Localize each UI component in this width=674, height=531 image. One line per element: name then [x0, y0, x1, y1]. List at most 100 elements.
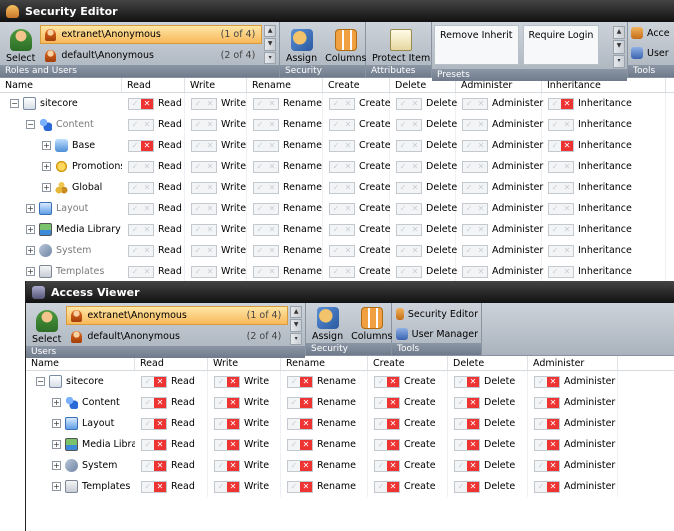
deny-icon[interactable]: ✕: [204, 120, 216, 130]
item-name[interactable]: Content: [56, 119, 94, 130]
tree-row-layout[interactable]: + Layout ✓ ✕ Read ✓ ✕ Write ✓ ✕ Rename ✓ ✕ Create ✓ ✕ De…: [0, 198, 674, 219]
item-name[interactable]: System: [82, 460, 117, 471]
permission-toggle[interactable]: ✓ ✕: [214, 480, 240, 493]
permission-toggle[interactable]: ✓ ✕: [329, 181, 355, 194]
deny-icon[interactable]: ✕: [141, 120, 153, 130]
deny-icon[interactable]: ✕: [561, 246, 573, 256]
deny-icon[interactable]: ✕: [204, 204, 216, 214]
deny-icon[interactable]: ✕: [141, 183, 153, 193]
allow-icon[interactable]: ✓: [549, 267, 561, 277]
permission-toggle[interactable]: ✓ ✕: [329, 139, 355, 152]
allow-icon[interactable]: ✓: [192, 246, 204, 256]
deny-icon[interactable]: ✕: [300, 481, 312, 492]
allow-icon[interactable]: ✓: [288, 419, 300, 429]
permission-toggle[interactable]: ✓ ✕: [462, 202, 488, 215]
deny-icon[interactable]: ✕: [266, 99, 278, 109]
deny-icon[interactable]: ✕: [154, 376, 166, 387]
permission-toggle[interactable]: ✓ ✕: [191, 181, 217, 194]
permission-toggle[interactable]: ✓ ✕: [534, 417, 560, 430]
column-header-create[interactable]: Create: [323, 78, 390, 92]
permission-toggle[interactable]: ✓ ✕: [253, 244, 279, 257]
column-header-write[interactable]: Write: [185, 78, 247, 92]
permission-toggle[interactable]: ✓ ✕: [534, 480, 560, 493]
allow-icon[interactable]: ✓: [397, 120, 409, 130]
deny-icon[interactable]: ✕: [154, 481, 166, 492]
allow-icon[interactable]: ✓: [330, 246, 342, 256]
allow-icon[interactable]: ✓: [254, 141, 266, 151]
permission-toggle[interactable]: ✓ ✕: [329, 244, 355, 257]
user-list-scrollbar[interactable]: ▲ ▼ ▾: [290, 305, 302, 346]
item-name[interactable]: Promotions: [72, 161, 122, 172]
permission-toggle[interactable]: ✓ ✕: [253, 97, 279, 110]
deny-icon[interactable]: ✕: [141, 267, 153, 277]
allow-icon[interactable]: ✓: [129, 246, 141, 256]
allow-icon[interactable]: ✓: [375, 398, 387, 408]
permission-toggle[interactable]: ✓ ✕: [253, 202, 279, 215]
collapse-icon[interactable]: −: [36, 377, 45, 386]
protect-item-button[interactable]: Protect Item: [369, 24, 433, 65]
allow-icon[interactable]: ✓: [142, 398, 154, 408]
permission-toggle[interactable]: ✓ ✕: [396, 160, 422, 173]
permission-toggle[interactable]: ✓ ✕: [287, 459, 313, 472]
deny-icon[interactable]: ✕: [409, 162, 421, 172]
permission-toggle[interactable]: ✓ ✕: [141, 480, 167, 493]
deny-icon[interactable]: ✕: [342, 204, 354, 214]
allow-icon[interactable]: ✓: [129, 225, 141, 235]
deny-icon[interactable]: ✕: [154, 439, 166, 450]
scroll-more-icon[interactable]: ▾: [290, 332, 302, 345]
allow-icon[interactable]: ✓: [330, 120, 342, 130]
deny-icon[interactable]: ✕: [266, 183, 278, 193]
allow-icon[interactable]: ✓: [192, 120, 204, 130]
deny-icon[interactable]: ✕: [342, 120, 354, 130]
collapse-icon[interactable]: −: [10, 99, 19, 108]
tool-access-viewer[interactable]: Acce: [631, 24, 671, 42]
deny-icon[interactable]: ✕: [561, 98, 573, 109]
deny-icon[interactable]: ✕: [227, 418, 239, 429]
tree-row-global[interactable]: + Global ✓ ✕ Read ✓ ✕ Write ✓ ✕ Rename ✓ ✕ Create ✓ ✕ De…: [0, 177, 674, 198]
allow-icon[interactable]: ✓: [375, 377, 387, 387]
deny-icon[interactable]: ✕: [409, 246, 421, 256]
allow-icon[interactable]: ✓: [549, 246, 561, 256]
permission-toggle[interactable]: ✓ ✕: [374, 396, 400, 409]
deny-icon[interactable]: ✕: [409, 120, 421, 130]
allow-icon[interactable]: ✓: [254, 99, 266, 109]
permission-toggle[interactable]: ✓ ✕: [374, 438, 400, 451]
tree-row-content[interactable]: + Content ✓ ✕ Read ✓ ✕ Write ✓ ✕ Rename ✓ ✕ Create ✓ ✕ D…: [26, 392, 674, 413]
deny-icon[interactable]: ✕: [227, 376, 239, 387]
scroll-up-icon[interactable]: ▲: [290, 306, 302, 319]
deny-icon[interactable]: ✕: [154, 460, 166, 471]
permission-toggle[interactable]: ✓ ✕: [191, 160, 217, 173]
user-item-extranet-anonymous[interactable]: extranet\Anonymous (1 of 4): [66, 306, 289, 325]
deny-icon[interactable]: ✕: [475, 162, 487, 172]
deny-icon[interactable]: ✕: [547, 481, 559, 492]
allow-icon[interactable]: ✓: [330, 204, 342, 214]
permission-toggle[interactable]: ✓ ✕: [128, 160, 154, 173]
columns-button[interactable]: Columns: [322, 24, 369, 65]
permission-toggle[interactable]: ✓ ✕: [462, 118, 488, 131]
permission-toggle[interactable]: ✓ ✕: [329, 223, 355, 236]
permission-toggle[interactable]: ✓ ✕: [287, 438, 313, 451]
expand-icon[interactable]: +: [42, 183, 51, 192]
deny-icon[interactable]: ✕: [475, 183, 487, 193]
allow-icon[interactable]: ✓: [142, 419, 154, 429]
tree-row-media-library[interactable]: +Media Library✓✕Read✓✕Write✓✕Rename✓✕Cre…: [26, 434, 674, 455]
item-name[interactable]: Base: [72, 140, 95, 151]
permission-toggle[interactable]: ✓ ✕: [191, 118, 217, 131]
deny-icon[interactable]: ✕: [547, 376, 559, 387]
deny-icon[interactable]: ✕: [300, 439, 312, 450]
deny-icon[interactable]: ✕: [475, 225, 487, 235]
permission-toggle[interactable]: ✓ ✕: [329, 202, 355, 215]
permission-toggle[interactable]: ✓ ✕: [141, 459, 167, 472]
permission-toggle[interactable]: ✓ ✕: [534, 375, 560, 388]
allow-icon[interactable]: ✓: [142, 461, 154, 471]
deny-icon[interactable]: ✕: [141, 246, 153, 256]
allow-icon[interactable]: ✓: [254, 183, 266, 193]
permission-toggle[interactable]: ✓ ✕: [287, 417, 313, 430]
deny-icon[interactable]: ✕: [561, 183, 573, 193]
permission-toggle[interactable]: ✓ ✕: [454, 480, 480, 493]
deny-icon[interactable]: ✕: [475, 267, 487, 277]
permission-toggle[interactable]: ✓ ✕: [396, 202, 422, 215]
deny-icon[interactable]: ✕: [547, 460, 559, 471]
deny-icon[interactable]: ✕: [561, 267, 573, 277]
allow-icon[interactable]: ✓: [192, 162, 204, 172]
